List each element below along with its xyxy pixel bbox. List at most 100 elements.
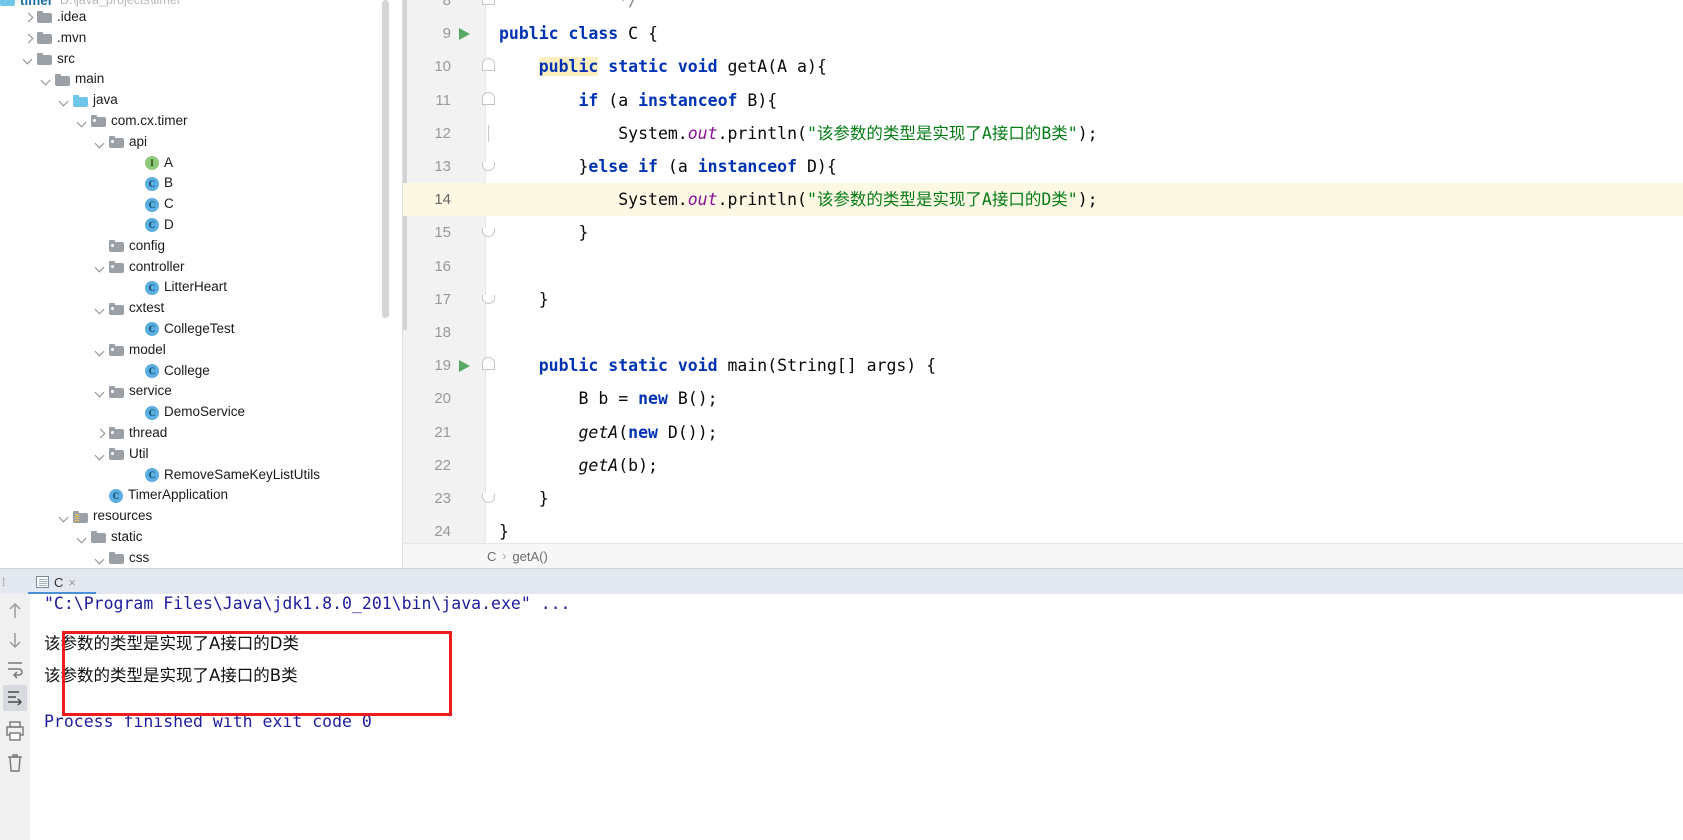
tree-item-config[interactable]: config [0,236,380,257]
fold-toggle-icon[interactable] [482,490,499,507]
fold-toggle-icon[interactable] [482,158,499,175]
code-line-13[interactable]: 13 }else if (a instanceof D){ [403,150,1683,183]
code-line-16[interactable]: 16 [403,250,1683,283]
code-line-24[interactable]: 24} [403,515,1683,543]
chevron-down-icon[interactable] [94,385,107,398]
code-line-8[interactable]: 8 */ [403,0,1683,17]
tree-item-timerapplication[interactable]: C TimerApplication [0,485,380,506]
code-line-18[interactable]: 18 [403,316,1683,349]
breadcrumb-class[interactable]: C [487,549,496,564]
tree-item-cxtest[interactable]: cxtest [0,298,380,319]
project-tree-panel[interactable]: timer D:\java_projects\timer .idea .mvn sr… [0,0,403,568]
runnable-class-icon: C [109,488,123,503]
console-output[interactable]: "C:\Program Files\Java\jdk1.8.0_201\bin\… [30,594,1683,840]
code-editor-area[interactable]: 8 */ 9 public class C {10 public static vo… [403,0,1683,543]
print-icon[interactable] [3,718,27,744]
close-icon[interactable]: × [68,575,76,590]
up-arrow-icon[interactable] [3,598,27,624]
chevron-down-icon[interactable] [76,531,89,544]
tree-item-service[interactable]: service [0,381,380,402]
code-line-9[interactable]: 9 public class C { [403,17,1683,50]
code-text: }else if (a instanceof D){ [499,157,837,176]
code-editor-panel[interactable]: 8 */ 9 public class C {10 public static vo… [403,0,1683,568]
code-line-14[interactable]: 14 System.out.println("该参数的类型是实现了A接口的D类"… [403,183,1683,217]
run-gutter-icon[interactable] [459,28,470,41]
tree-item-css[interactable]: css [0,548,380,568]
tree-item-a[interactable]: IA [0,153,380,174]
project-tree-list[interactable]: .idea .mvn src main java com.cx.timer api I A C B C… [0,7,380,568]
chevron-down-icon[interactable] [94,260,107,273]
fold-toggle-icon[interactable] [482,0,499,9]
tree-item-model[interactable]: model [0,340,380,361]
tree-item-java[interactable]: java [0,90,380,111]
soft-wrap-icon[interactable] [3,656,27,682]
chevron-down-icon[interactable] [94,136,107,149]
tree-item-removesamekeylistutils[interactable]: C RemoveSameKeyListUtils [0,465,380,486]
console-toolbar[interactable] [0,594,30,840]
tree-item-src[interactable]: src [0,49,380,70]
breadcrumb[interactable]: C › getA() [403,543,1683,568]
chevron-down-icon[interactable] [22,52,35,65]
code-line-19[interactable]: 19 public static void main(String[] args… [403,349,1683,382]
class-icon: C [145,467,159,482]
project-tree-scrollbar[interactable] [382,0,389,318]
tree-item-resources[interactable]: resources [0,506,380,527]
folder-icon [55,73,70,86]
chevron-down-icon[interactable] [76,115,89,128]
tree-item-litterheart[interactable]: C LitterHeart [0,277,380,298]
fold-toggle-icon[interactable] [482,91,499,109]
tree-item-demoservice[interactable]: C DemoService [0,402,380,423]
tree-item-c[interactable]: CC [0,194,380,215]
code-line-15[interactable]: 15 } [403,216,1683,249]
tree-item-controller[interactable]: controller [0,257,380,278]
chevron-right-icon[interactable] [22,32,35,45]
tree-item-static[interactable]: static [0,527,380,548]
package-icon [109,240,124,253]
runnable-class-icon: C [145,322,159,337]
tree-item-label: .idea [57,9,87,24]
chevron-down-icon[interactable] [58,94,71,107]
chevron-right-icon[interactable] [94,427,107,440]
code-line-12[interactable]: 12 System.out.println("该参数的类型是实现了A接口的B类"… [403,117,1683,150]
chevron-right-icon[interactable] [22,11,35,24]
code-line-17[interactable]: 17 } [403,283,1683,316]
line-number: 19 [434,357,451,375]
chevron-down-icon[interactable] [94,552,107,565]
ide-window: timer D:\java_projects\timer .idea .mvn sr… [0,0,1683,840]
run-gutter-icon[interactable] [459,360,470,373]
scroll-to-end-icon[interactable] [3,685,27,711]
tree-item--mvn[interactable]: .mvn [0,28,380,49]
tree-item-label: cxtest [129,300,165,316]
fold-toggle-icon[interactable] [482,291,499,308]
trash-icon[interactable] [3,750,27,776]
fold-toggle-icon[interactable] [482,224,499,241]
fold-toggle-icon[interactable] [482,357,499,374]
tree-item-main[interactable]: main [0,69,380,90]
tree-item-api[interactable]: api [0,132,380,153]
tree-item-thread[interactable]: thread [0,423,380,444]
tree-item-com-cx-timer[interactable]: com.cx.timer [0,111,380,132]
code-line-22[interactable]: 22 getA(b); [403,449,1683,482]
chevron-down-icon[interactable] [94,302,107,315]
chevron-down-icon[interactable] [40,73,53,86]
fold-toggle-icon[interactable] [482,58,499,75]
chevron-down-icon[interactable] [94,344,107,357]
tree-item-b[interactable]: CB [0,173,380,194]
code-line-21[interactable]: 21 getA(new D()); [403,416,1683,449]
chevron-down-icon[interactable] [94,448,107,461]
line-number: 11 [435,91,451,109]
tree-item-collegetest[interactable]: C CollegeTest [0,319,380,340]
breadcrumb-method[interactable]: getA() [512,549,547,564]
tree-item--idea[interactable]: .idea [0,7,380,28]
code-line-20[interactable]: 20 B b = new B(); [403,382,1683,415]
tree-item-util[interactable]: Util [0,444,380,465]
chevron-down-icon[interactable] [58,510,71,523]
code-line-23[interactable]: 23 } [403,482,1683,515]
tree-item-d[interactable]: CD [0,215,380,236]
code-line-10[interactable]: 10 public static void getA(A a){ [403,50,1683,83]
down-arrow-icon[interactable] [3,627,27,653]
package-icon [91,115,106,128]
code-line-11[interactable]: 11 if (a instanceof B){ [403,84,1683,117]
tree-item-college[interactable]: C College [0,361,380,382]
